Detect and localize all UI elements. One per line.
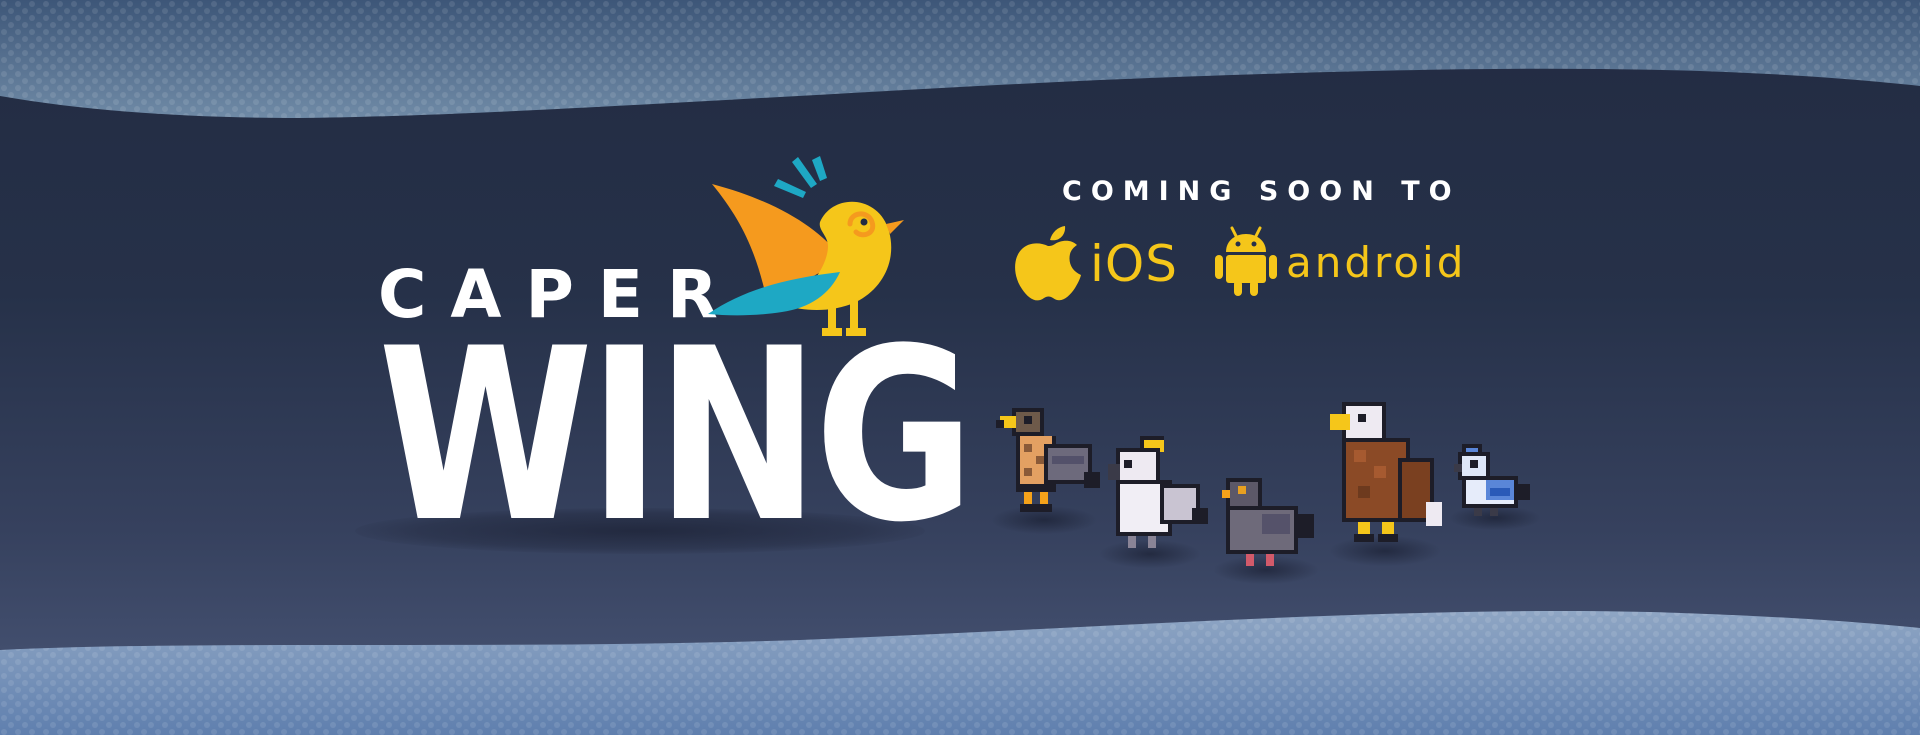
platform-ios-label: iOS <box>1090 235 1178 293</box>
bald-eagle-icon <box>1330 402 1446 554</box>
platform-android-label: android <box>1286 237 1467 287</box>
apple-icon <box>1015 226 1081 301</box>
coming-soon-heading: COMING SOON TO <box>1062 176 1461 207</box>
hero-banner: CAPER WING COMING SOON TO iOS android <box>0 0 1920 735</box>
android-icon <box>1215 226 1277 296</box>
platform-ios: iOS <box>1012 226 1178 302</box>
logo-bird-icon <box>708 156 904 336</box>
blue-jay-icon <box>1454 444 1534 520</box>
pigeon-icon <box>1222 474 1318 570</box>
hawk-icon <box>996 404 1104 528</box>
platform-android: android <box>1214 226 1466 298</box>
cockatoo-icon <box>1104 436 1208 560</box>
logo-word-wing: WING <box>378 298 975 575</box>
